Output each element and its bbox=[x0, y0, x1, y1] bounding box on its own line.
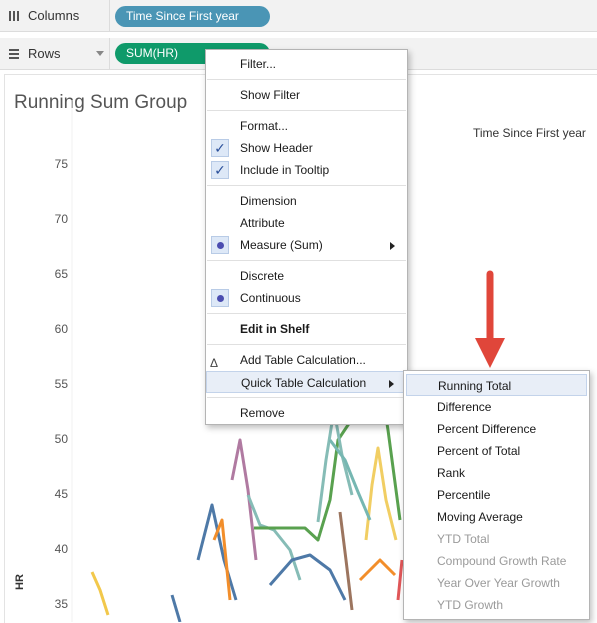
radio-dot-icon bbox=[211, 289, 229, 307]
menu-separator bbox=[207, 397, 406, 398]
menu-item-add-table-calculation[interactable]: Δ Add Table Calculation... bbox=[206, 349, 407, 371]
menu-item-measure[interactable]: Measure (Sum) bbox=[206, 234, 407, 256]
radio-dot-icon bbox=[211, 236, 229, 254]
submenu-item-percent-difference[interactable]: Percent Difference bbox=[404, 418, 589, 440]
submenu-item-compound-growth-rate: Compound Growth Rate bbox=[404, 550, 589, 572]
pill-context-menu: Filter... Show Filter Format... ✓ Show H… bbox=[205, 49, 408, 425]
submenu-item-label: Compound Growth Rate bbox=[437, 554, 567, 568]
submenu-item-label: Percent of Total bbox=[437, 444, 521, 458]
menu-item-attribute[interactable]: Attribute bbox=[206, 212, 407, 234]
submenu-item-moving-average[interactable]: Moving Average bbox=[404, 506, 589, 528]
submenu-item-rank[interactable]: Rank bbox=[404, 462, 589, 484]
submenu-item-label: Difference bbox=[437, 400, 492, 414]
menu-item-label: Remove bbox=[240, 406, 285, 420]
submenu-item-ytd-total: YTD Total bbox=[404, 528, 589, 550]
menu-item-label: Quick Table Calculation bbox=[241, 376, 367, 390]
checkmark-icon: ✓ bbox=[211, 139, 229, 157]
checkmark-icon: ✓ bbox=[211, 161, 229, 179]
submenu-item-difference[interactable]: Difference bbox=[404, 396, 589, 418]
menu-item-label: Include in Tooltip bbox=[240, 163, 330, 177]
submenu-item-label: Moving Average bbox=[437, 510, 523, 524]
menu-item-show-header[interactable]: ✓ Show Header bbox=[206, 137, 407, 159]
menu-separator bbox=[207, 260, 406, 261]
submenu-item-label: Percentile bbox=[437, 488, 491, 502]
submenu-item-label: Rank bbox=[437, 466, 466, 480]
menu-separator bbox=[207, 110, 406, 111]
menu-item-label: Add Table Calculation... bbox=[240, 353, 366, 367]
menu-item-label: Show Header bbox=[240, 141, 313, 155]
menu-item-label: Dimension bbox=[240, 194, 297, 208]
menu-item-label: Attribute bbox=[240, 216, 285, 230]
menu-item-label: Measure (Sum) bbox=[240, 238, 323, 252]
submenu-item-year-over-year-growth: Year Over Year Growth bbox=[404, 572, 589, 594]
menu-item-label: Continuous bbox=[240, 291, 301, 305]
menu-item-label: Discrete bbox=[240, 269, 285, 283]
menu-item-show-filter[interactable]: Show Filter bbox=[206, 84, 407, 106]
menu-item-filter[interactable]: Filter... bbox=[206, 53, 407, 75]
menu-item-format[interactable]: Format... bbox=[206, 115, 407, 137]
submenu-item-ytd-growth: YTD Growth bbox=[404, 594, 589, 616]
submenu-item-label: YTD Growth bbox=[437, 598, 504, 612]
menu-item-discrete[interactable]: Discrete bbox=[206, 265, 407, 287]
menu-item-quick-table-calculation[interactable]: Quick Table Calculation bbox=[206, 371, 407, 393]
chevron-right-icon bbox=[390, 242, 395, 250]
menu-item-edit-in-shelf[interactable]: Edit in Shelf bbox=[206, 318, 407, 340]
menu-item-include-tooltip[interactable]: ✓ Include in Tooltip bbox=[206, 159, 407, 181]
menu-separator bbox=[207, 185, 406, 186]
submenu-item-percent-of-total[interactable]: Percent of Total bbox=[404, 440, 589, 462]
menu-separator bbox=[207, 344, 406, 345]
menu-separator bbox=[207, 313, 406, 314]
menu-separator bbox=[207, 79, 406, 80]
submenu-item-label: YTD Total bbox=[437, 532, 490, 546]
chevron-right-icon bbox=[389, 380, 394, 388]
submenu-item-label: Year Over Year Growth bbox=[437, 576, 560, 590]
menu-item-label: Show Filter bbox=[240, 88, 301, 102]
submenu-item-label: Percent Difference bbox=[437, 422, 537, 436]
menu-item-remove[interactable]: Remove bbox=[206, 402, 407, 424]
menu-item-dimension[interactable]: Dimension bbox=[206, 190, 407, 212]
quick-table-calc-submenu: Running Total Difference Percent Differe… bbox=[403, 370, 590, 620]
submenu-item-running-total[interactable]: Running Total bbox=[406, 374, 587, 396]
menu-item-label: Format... bbox=[240, 119, 289, 133]
menu-item-label: Filter... bbox=[240, 57, 277, 71]
red-arrow-icon bbox=[475, 270, 505, 368]
menu-item-continuous[interactable]: Continuous bbox=[206, 287, 407, 309]
submenu-item-percentile[interactable]: Percentile bbox=[404, 484, 589, 506]
menu-item-label: Edit in Shelf bbox=[240, 322, 310, 336]
submenu-item-label: Running Total bbox=[438, 379, 512, 393]
